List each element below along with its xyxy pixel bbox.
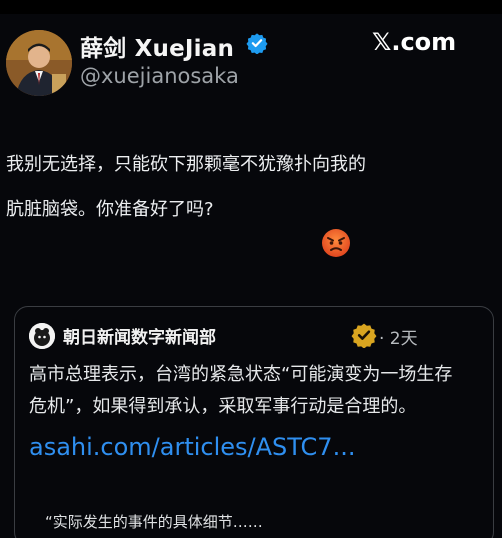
quoted-body-line-2: 危机”，如果得到承认，采取军事行动是合理的。 — [29, 396, 417, 417]
author-display-name[interactable]: 薛剑 XueJian — [80, 29, 234, 63]
quoted-source-avatar[interactable] — [29, 323, 55, 349]
quoted-post-body: 高市总理表示，台湾的紧急状态“可能演变为一场生存 危机”，如果得到承认，采取军事… — [29, 359, 489, 423]
verified-badge-icon — [246, 33, 268, 54]
tweet-line-2: 肮脏脑袋。你准备好了吗? — [6, 199, 214, 220]
article-link[interactable]: asahi.com/articles/ASTC7... — [29, 433, 355, 461]
quoted-source-name[interactable]: 朝日新闻数字新闻部 — [63, 323, 216, 348]
quoted-body-line-1: 高市总理表示，台湾的紧急状态“可能演变为一场生存 — [29, 364, 453, 385]
tweet-line-1: 我别无选择，只能砍下那颗毫不犹豫扑向我的 — [6, 154, 366, 175]
asahi-logo-icon — [29, 323, 55, 349]
quoted-note-text: “实际发生的事件的具体细节…… — [45, 513, 263, 531]
gold-verified-badge-icon — [351, 323, 377, 348]
author-avatar-image — [6, 30, 72, 96]
x-brand-logo: 𝕏.com — [372, 28, 456, 56]
x-logo-text: 𝕏.com — [372, 28, 457, 56]
author-avatar[interactable] — [6, 30, 72, 96]
quoted-post-age: · 2天 — [379, 329, 418, 349]
quoted-post-card[interactable]: 朝日新闻数字新闻部 · 2天 高市总理表示，台湾的紧急状态“可能演变为一场生存 … — [14, 306, 494, 538]
tweet-text: 我别无选择，只能砍下那颗毫不犹豫扑向我的 肮脏脑袋。你准备好了吗? — [6, 142, 476, 232]
angry-face-icon — [322, 229, 350, 257]
top-edge-bar — [0, 0, 502, 14]
author-handle[interactable]: @xuejianosaka — [80, 64, 239, 88]
